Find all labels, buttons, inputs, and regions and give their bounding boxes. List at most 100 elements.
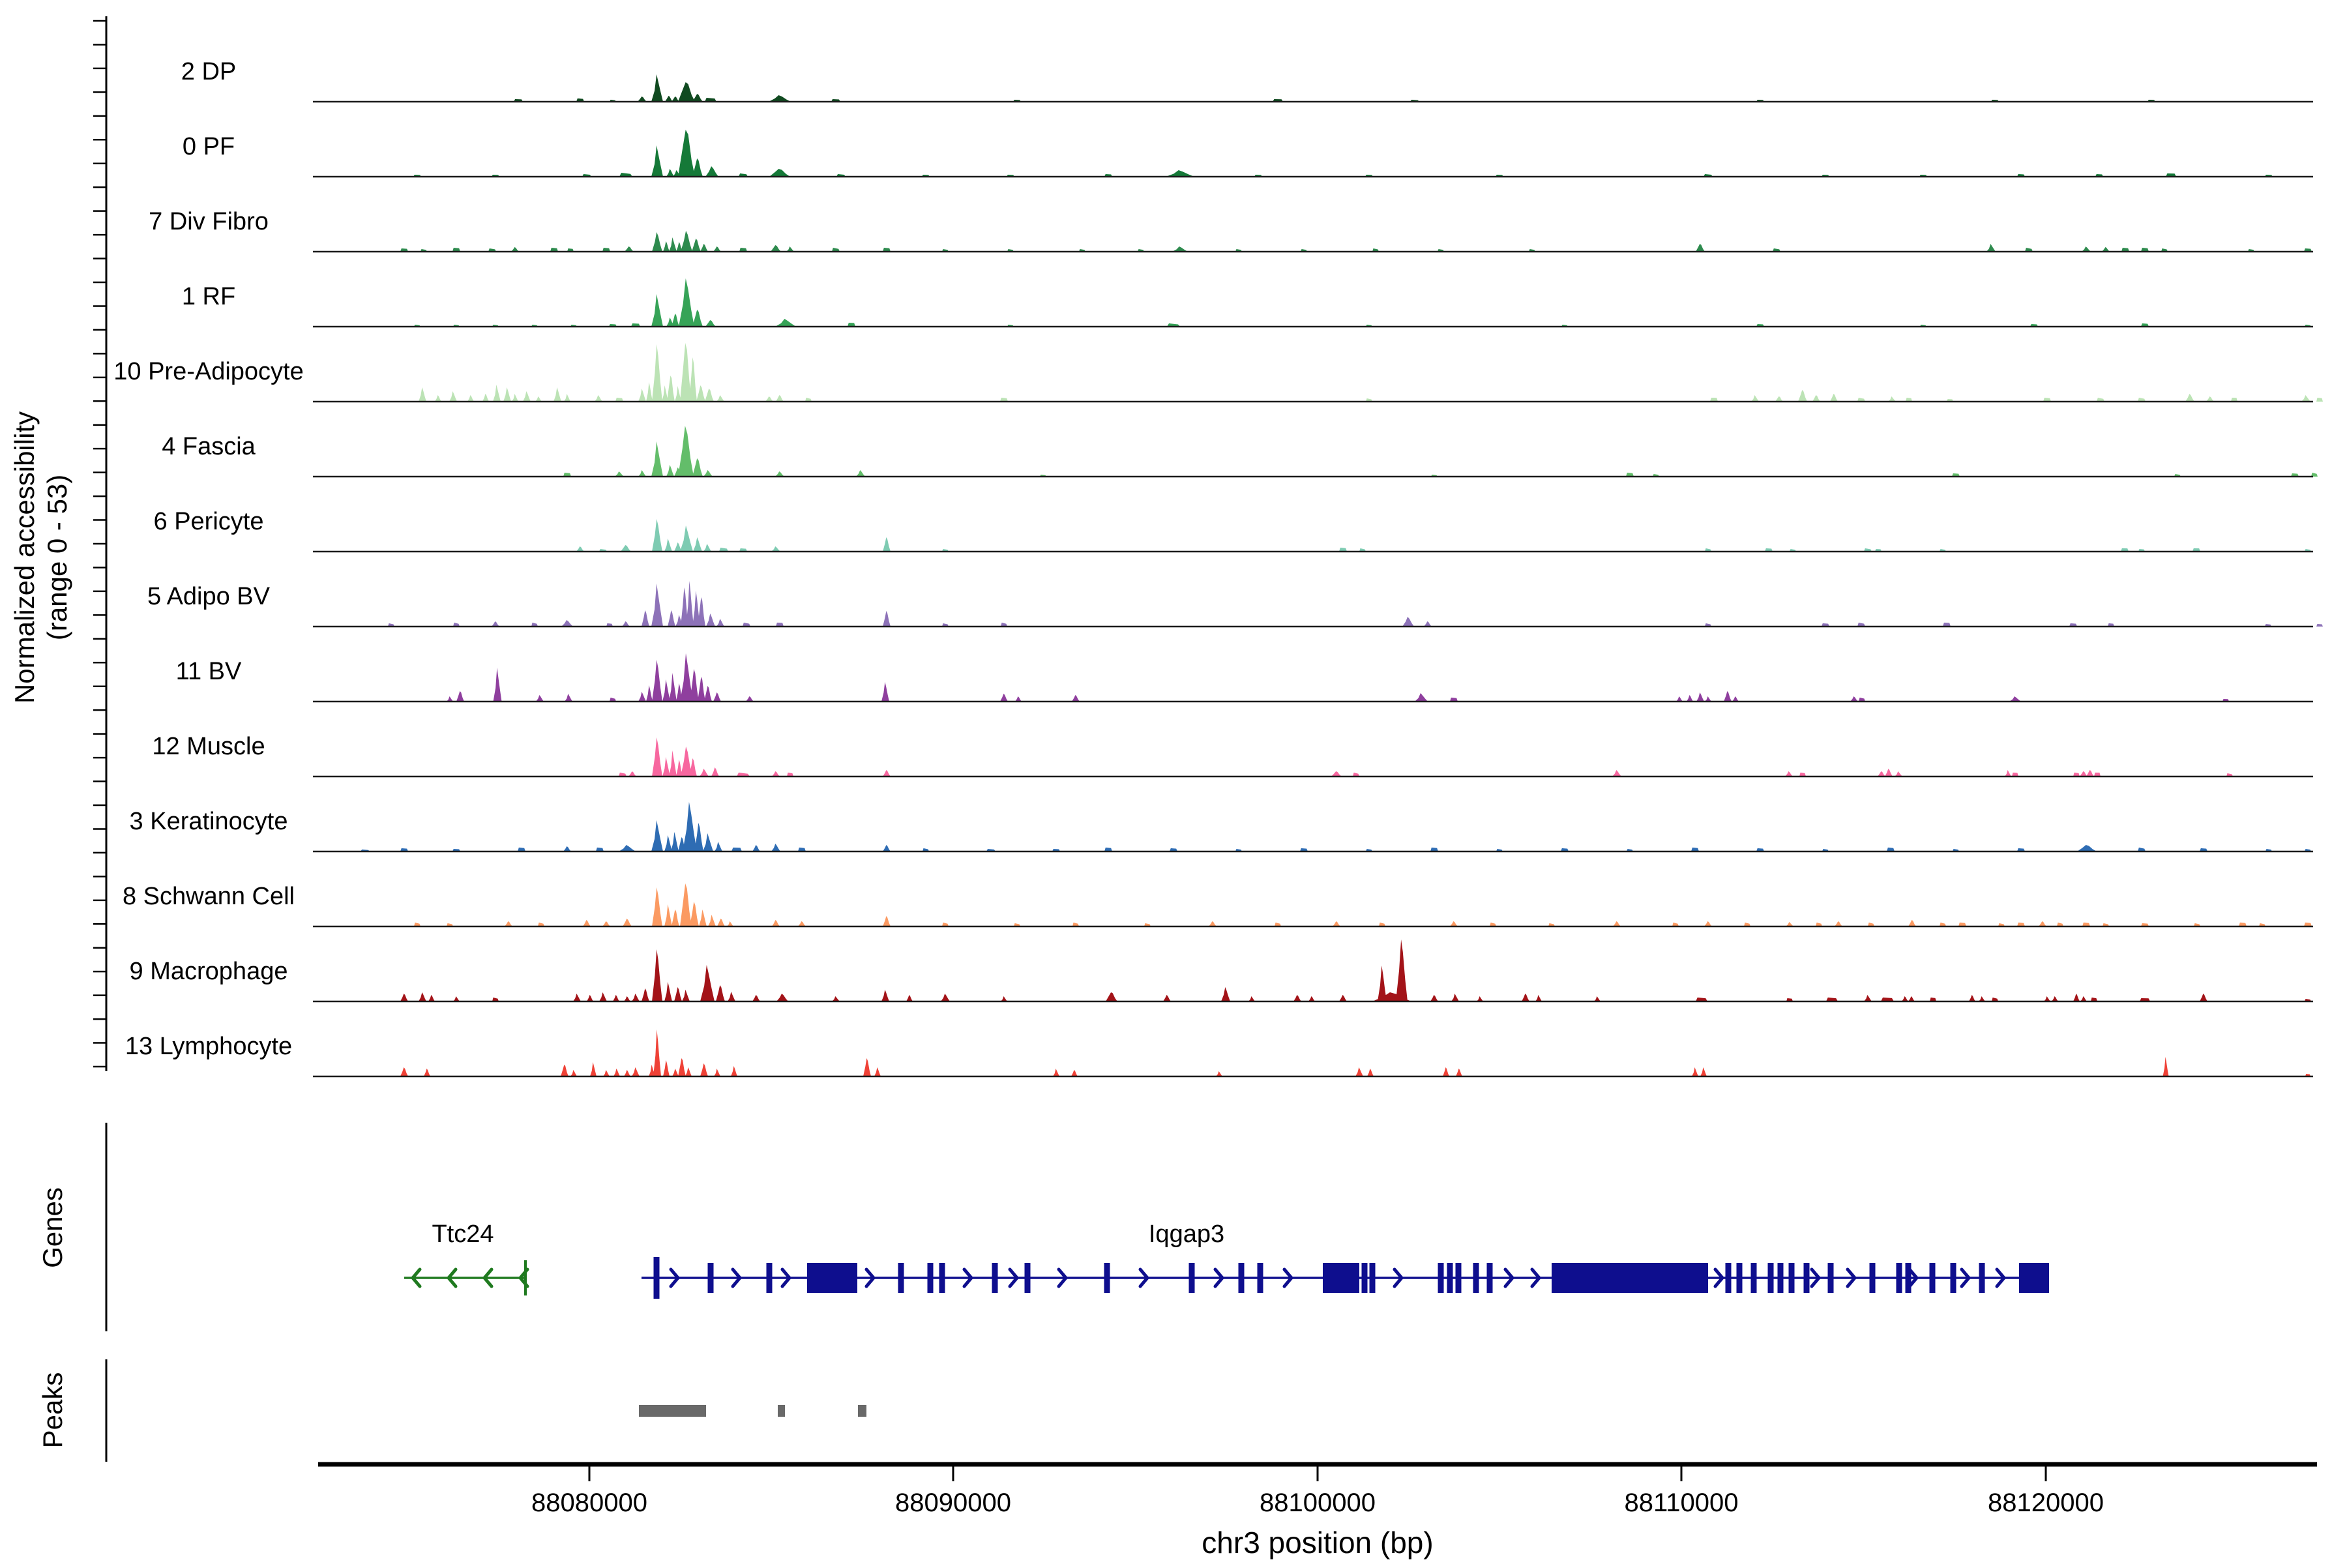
exon-bar [1726, 1263, 1732, 1293]
plot-canvas: 2 DP 0 PF 7 Div Fibro 1 RF 10 Pre-Adipocyte 4… [0, 0, 2347, 1565]
track-label: 4 Fascia [162, 433, 256, 460]
exon-bar [1897, 1263, 1902, 1293]
exon-bar [1930, 1263, 1936, 1293]
track-signal [361, 802, 2311, 851]
track-row: 11 BV [176, 653, 2313, 702]
track-signal [414, 883, 2312, 926]
track-row: 9 Macrophage [130, 939, 2313, 1001]
x-axis-tick-label: 88080000 [531, 1488, 647, 1517]
exon-bar [1362, 1263, 1368, 1293]
track-label: 3 Keratinocyte [130, 808, 288, 835]
track-row: 8 Schwann Cell [123, 883, 2313, 926]
exon-bar [1870, 1263, 1876, 1293]
exon-bar [1473, 1263, 1479, 1293]
x-axis-tick-label: 88110000 [1625, 1488, 1739, 1517]
track-label: 5 Adipo BV [147, 583, 271, 610]
x-axis: 88080000 88090000 88100000 88110000 88120000 [318, 1464, 2317, 1517]
x-axis-tick-label: 88090000 [895, 1488, 1011, 1517]
exon-bar [1789, 1263, 1795, 1293]
track-row: 3 Keratinocyte [130, 802, 2313, 851]
exon-bar [1979, 1263, 1985, 1293]
y-axis-label-line1: Normalized accessibility [9, 411, 40, 703]
exon-bar [1487, 1263, 1493, 1293]
exon-bar [1778, 1263, 1784, 1293]
peak-region-box [778, 1405, 785, 1417]
track-signal [563, 426, 2318, 477]
track-row: 12 Muscle [152, 733, 2313, 777]
track-label: 11 BV [176, 658, 242, 685]
track-signal [419, 343, 2323, 402]
gene-models [404, 1257, 2049, 1299]
track-label: 6 Pericyte [154, 508, 264, 535]
gene-end-bar [524, 1260, 527, 1295]
exon-bar [1804, 1263, 1810, 1293]
track-row: 1 RF [182, 278, 2313, 327]
track-label: 8 Schwann Cell [123, 883, 295, 910]
track-label: 1 RF [182, 283, 235, 310]
track-signal [447, 653, 2229, 702]
track-row: 5 Adipo BV [147, 581, 2323, 627]
genes-section-label: Genes [37, 1187, 68, 1268]
track-label: 9 Macrophage [130, 958, 288, 985]
exon-bar [1189, 1263, 1195, 1293]
track-row: 13 Lymphocyte [125, 1029, 2313, 1076]
track-signal [400, 231, 2312, 252]
y-axis-ruler [93, 16, 106, 1462]
peaks-section-label: Peaks [37, 1372, 68, 1449]
exon-bar [767, 1263, 773, 1293]
x-axis-tick-label: 88100000 [1260, 1488, 1376, 1517]
peaks-track [639, 1405, 866, 1417]
exon-bar [1025, 1263, 1031, 1293]
exon-bar [898, 1263, 904, 1293]
exon-bar [992, 1263, 998, 1293]
x-axis-title: chr3 position (bp) [1202, 1526, 1433, 1560]
gene-model-iqgap3 [642, 1257, 2049, 1299]
exon-bar [1751, 1263, 1757, 1293]
track-row: 6 Pericyte [154, 508, 2313, 552]
track-label: 10 Pre-Adipocyte [113, 358, 304, 385]
accessibility-tracks: 2 DP 0 PF 7 Div Fibro 1 RF 10 Pre-Adipocyte 4… [113, 58, 2323, 1076]
exon-bar [1906, 1263, 1912, 1293]
gene-label-ttc24: Ttc24 [432, 1220, 494, 1248]
exon-bar [1239, 1263, 1245, 1293]
x-axis-tick-label: 88120000 [1988, 1488, 2104, 1517]
exon-bar [1828, 1263, 1834, 1293]
exon-bar [1438, 1263, 1444, 1293]
track-row: 10 Pre-Adipocyte [113, 343, 2323, 402]
exon-bar [654, 1257, 660, 1299]
track-signal [400, 1029, 2310, 1076]
exon-bar [1258, 1263, 1263, 1293]
track-signal [576, 519, 2311, 552]
peak-region-box [858, 1405, 866, 1417]
track-signal [619, 737, 2233, 777]
exon-bar [928, 1263, 934, 1293]
track-signal [388, 581, 2323, 627]
exon-bar [1456, 1263, 1462, 1293]
track-label: 7 Div Fibro [149, 208, 269, 235]
exon-box [1323, 1263, 1359, 1293]
exon-bar [1768, 1263, 1774, 1293]
track-label: 2 DP [181, 58, 236, 85]
track-label: 12 Muscle [152, 733, 265, 760]
peak-region-box [639, 1405, 706, 1417]
exon-bar [1447, 1263, 1453, 1293]
track-signal [413, 130, 2273, 177]
exon-bar [1370, 1263, 1376, 1293]
track-signal [400, 939, 2311, 1001]
track-row: 0 PF [183, 130, 2313, 177]
exon-bar [939, 1263, 945, 1293]
track-row: 2 DP [181, 58, 2313, 102]
exon-bar [708, 1263, 714, 1293]
gene-label-iqgap3: Iqgap3 [1149, 1220, 1224, 1248]
genome-browser-figure: 2 DP 0 PF 7 Div Fibro 1 RF 10 Pre-Adipocyte 4… [0, 0, 2347, 1565]
exon-bar [1737, 1263, 1743, 1293]
track-label: 0 PF [183, 133, 235, 160]
track-signal [414, 278, 2311, 327]
track-label: 13 Lymphocyte [125, 1033, 292, 1060]
exon-bar [1951, 1263, 1956, 1293]
exon-bar [1104, 1263, 1110, 1293]
track-row: 4 Fascia [162, 426, 2318, 477]
exon-box [1552, 1263, 1708, 1293]
track-signal [514, 74, 2155, 102]
exon-box [2019, 1263, 2049, 1293]
